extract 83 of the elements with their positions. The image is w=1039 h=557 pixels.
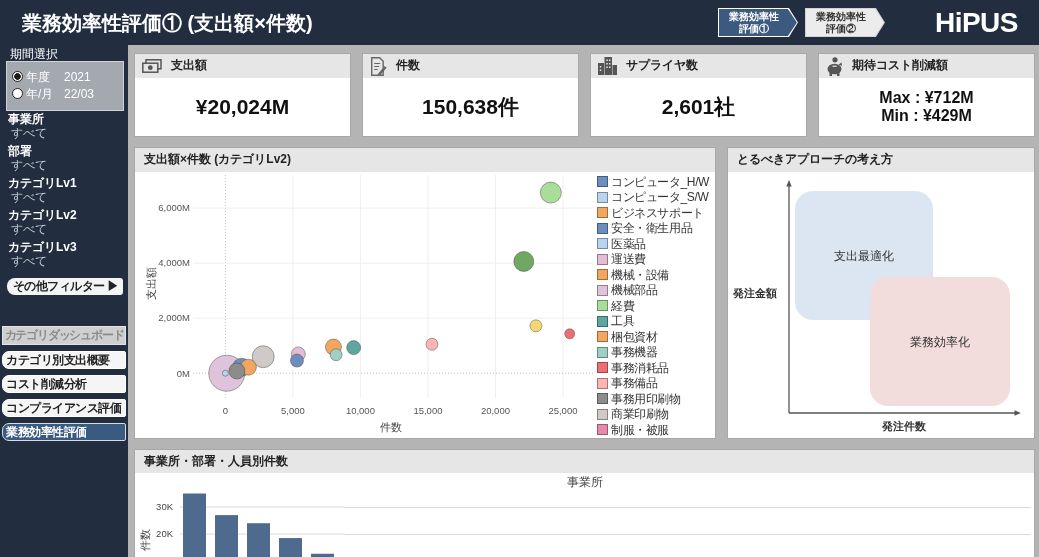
kpi-value: Min : ¥429M <box>881 107 972 126</box>
chart-bar <box>215 515 238 557</box>
legend-label: コンピュータ_H/W <box>611 174 709 189</box>
legend-label: 機械部品 <box>611 283 658 298</box>
filter-value[interactable]: すべて <box>11 222 47 236</box>
tick-label: 20K <box>156 528 173 540</box>
legend-label: 制服・被服 <box>611 422 669 437</box>
banknote-icon <box>142 59 162 73</box>
legend-label: 事務消耗品 <box>611 360 669 375</box>
zone-label: 支出最適化 <box>834 248 894 263</box>
card-title: 支出額 <box>171 59 207 73</box>
filter-label: カテゴリLv1 <box>8 176 77 190</box>
period-value: 2021 <box>64 69 91 84</box>
filter-value[interactable]: すべて <box>11 254 47 268</box>
card-title: 件数 <box>396 59 420 73</box>
legend-label: 医薬品 <box>611 236 646 251</box>
legend-label: 工具 <box>611 314 635 329</box>
filter-label: 事業所 <box>8 112 44 126</box>
nav-button[interactable]: コンプライアンス評価 <box>2 399 126 417</box>
column-header: 事業所 <box>566 475 603 489</box>
zone-label: 業務効率化 <box>910 334 970 349</box>
buildings-icon <box>598 57 617 75</box>
period-value: 22/03 <box>64 86 95 101</box>
legend-label: 安全・衛生用品 <box>611 221 693 236</box>
card-title: サプライヤ数 <box>626 59 698 73</box>
tick-label: 20,000 <box>480 405 510 416</box>
card-title: 支出額×件数 (カテゴリLv2) <box>144 153 291 167</box>
kpi-value: Max : ¥712M <box>879 88 974 107</box>
axis-title: 支出額 <box>145 266 157 300</box>
card-title: とるべきアプローチの考え方 <box>737 153 893 167</box>
filter-label: カテゴリLv3 <box>8 240 77 254</box>
kpi-value: 2,601社 <box>661 95 736 119</box>
legend-label: ビジネスサポート <box>611 205 704 220</box>
nav-button[interactable]: コスト削減分析 <box>2 375 126 393</box>
tick-label: 15,000 <box>413 405 443 416</box>
nav-button[interactable]: カテゴリ別支出概要 <box>2 351 126 369</box>
chart-bar <box>279 538 302 557</box>
tick-label: 0M <box>176 367 190 379</box>
legend-label: 機械・設備 <box>611 267 669 282</box>
radio-button[interactable] <box>12 71 23 82</box>
card-title: 期待コスト削減額 <box>852 59 948 73</box>
filter-value[interactable]: すべて <box>11 126 47 140</box>
filter-label: 部署 <box>8 144 32 158</box>
legend-label: コンピュータ_S/W <box>611 190 709 205</box>
radio-button[interactable] <box>12 88 23 99</box>
card-title: 事業所・部署・人員別件数 <box>144 454 288 469</box>
nav-tab[interactable]: 業務効率性 評価② <box>804 8 885 37</box>
legend-label: 商業印刷物 <box>611 407 669 422</box>
tick-label: 5,000 <box>281 405 305 416</box>
axis-title: 発注金額 <box>733 287 777 299</box>
document-pencil-icon <box>370 56 387 76</box>
tick-label: 30K <box>156 501 173 513</box>
legend-label: 事務機器 <box>611 345 658 360</box>
brand-logo: HiPUS <box>934 8 1018 37</box>
filter-label: カテゴリLv2 <box>8 208 77 222</box>
filter-value[interactable]: すべて <box>11 158 47 172</box>
section-label: 期間選択 <box>10 47 58 61</box>
legend-label: 運送費 <box>611 252 646 267</box>
chart-bar <box>311 553 334 557</box>
tick-label: 0 <box>222 405 229 416</box>
tick-label: 25,000 <box>548 405 578 416</box>
page-title: 業務効率性評価① (支出額×件数) <box>22 12 313 33</box>
tick-label: 2,000M <box>158 312 190 324</box>
radio-label: 年/月 <box>26 86 55 101</box>
nav-tab[interactable]: 業務効率性 評価① <box>717 8 798 37</box>
nav-button[interactable]: 業務効率性評価 <box>2 423 126 441</box>
axis-title: 件数 <box>379 421 402 433</box>
kpi-value: 150,638件 <box>422 95 519 119</box>
axis-title: 件数 <box>139 529 151 551</box>
legend-label: 事務備品 <box>611 376 658 391</box>
chart-bar <box>183 493 206 557</box>
legend-label: 梱包資材 <box>611 329 658 344</box>
kpi-value: ¥20,024M <box>195 95 290 119</box>
tick-label: 4,000M <box>158 257 190 269</box>
axis-title: 発注件数 <box>882 420 926 432</box>
legend-label: 経費 <box>611 298 635 313</box>
radio-label: 年度 <box>26 69 51 84</box>
tick-label: 10,000 <box>345 405 375 416</box>
more-filters-button[interactable]: その他フィルター ▶ <box>7 278 123 295</box>
filter-value[interactable]: すべて <box>11 190 47 204</box>
legend-label: 事務用印刷物 <box>611 391 681 406</box>
tick-label: 6,000M <box>158 202 190 214</box>
chart-bar <box>247 523 270 557</box>
